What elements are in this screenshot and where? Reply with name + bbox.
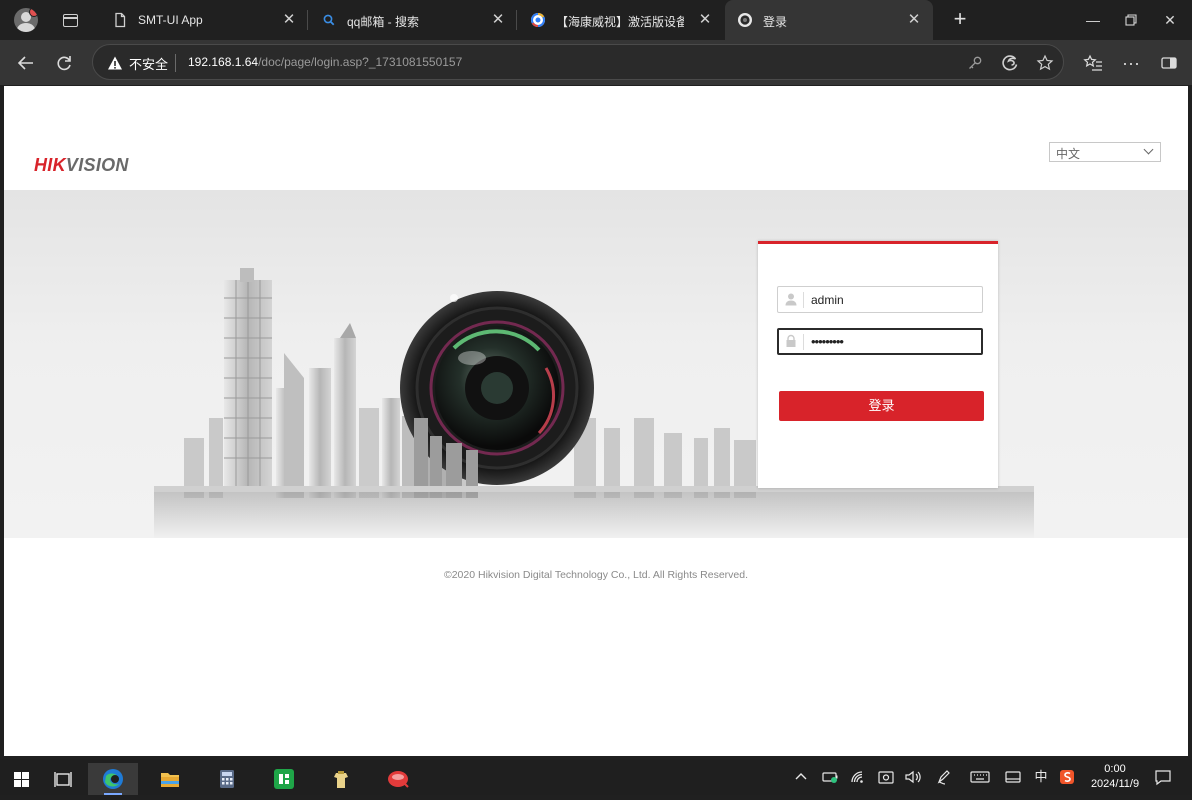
restore-icon[interactable] [1121,10,1141,30]
browser-tab-strip: SMT-UI App ✕ qq邮箱 - 搜索 ✕ 【海康威视】激活版设备密 ✕ … [0,0,1192,40]
browser-toolbar: 不安全 192.168.1.64/doc/page/login.asp?_173… [0,40,1192,85]
login-form: admin ••••••••• 登录 [758,241,998,488]
tab-actions-menu-button[interactable] [58,8,82,32]
password-value: ••••••••• [811,334,844,349]
pen-input-icon[interactable] [934,767,954,787]
wifi-icon[interactable] [848,767,868,787]
profile-avatar[interactable] [14,8,38,32]
refresh-icon[interactable] [53,52,75,74]
search-icon [323,14,335,26]
tab-login-active[interactable]: 登录 ✕ [725,0,933,40]
task-view-icon[interactable] [38,763,88,795]
warning-icon[interactable] [107,55,123,71]
tab-separator [516,10,517,30]
favorites-list-icon[interactable] [1082,52,1104,74]
chevron-down-icon [1143,144,1154,155]
file-explorer-icon[interactable] [145,763,195,795]
notification-dot [29,8,38,17]
touch-keyboard-icon[interactable] [969,767,991,787]
battery-charging-icon[interactable] [820,767,840,787]
favorite-star-icon[interactable] [1036,54,1054,72]
lock-icon [786,334,796,347]
windows-taskbar: 中 0:00 2024/11/9 [0,759,1192,795]
login-button[interactable]: 登录 [779,391,984,421]
address-bar[interactable]: 不安全 192.168.1.64/doc/page/login.asp?_173… [92,44,1064,80]
close-tab-icon[interactable]: ✕ [696,11,714,29]
username-value: admin [811,293,844,307]
pinned-app-icon[interactable] [316,763,366,795]
sogou-ime-icon[interactable] [1057,767,1077,787]
tab-title: qq邮箱 - 搜索 [347,15,420,29]
username-field[interactable]: admin [777,286,983,313]
clock-time: 0:00 [1104,763,1126,775]
camera-icon [738,13,752,27]
hikvision-logo: HIKVISION [34,155,129,176]
clock-date: 2024/11/9 [1090,778,1140,790]
tab-separator [307,10,308,30]
tablet-mode-icon[interactable] [1003,767,1023,787]
url-path: /doc/page/login.asp?_1731081550157 [258,55,463,69]
pinned-red-app-icon[interactable] [373,763,423,795]
password-key-icon[interactable] [966,54,984,72]
baidu-icon [531,12,545,28]
notifications-icon[interactable] [1153,767,1173,787]
calculator-icon[interactable] [202,763,252,795]
input-method-indicator[interactable]: 中 [1031,767,1051,787]
new-tab-button[interactable]: + [949,8,971,31]
logo-vision: VISION [65,155,129,175]
more-options-icon[interactable]: ··· [1120,52,1142,74]
minimize-icon[interactable]: — [1083,10,1103,30]
edge-browser-icon[interactable] [1001,54,1019,72]
system-clock[interactable]: 0:00 2024/11/9 [1080,762,1150,792]
edge-taskbar-icon[interactable] [88,763,138,795]
tab-qq-mail-search[interactable]: qq邮箱 - 搜索 ✕ [309,0,517,40]
tab-hikvision-activation[interactable]: 【海康威视】激活版设备密 ✕ [518,0,724,40]
url-host: 192.168.1.64 [188,55,259,69]
copyright-text: ©2020 Hikvision Digital Technology Co., … [443,569,749,581]
web-page: HIKVISION 中文 admin ••••••••• 登录 ©2020 Hi… [4,86,1188,756]
show-hidden-icons-chevron-icon[interactable] [791,767,811,787]
spreadsheet-app-icon[interactable] [259,763,309,795]
close-tab-icon[interactable]: ✕ [489,11,507,29]
hero-banner: admin ••••••••• 登录 [4,190,1188,538]
url-text[interactable]: 192.168.1.64/doc/page/login.asp?_1731081… [188,55,462,69]
tab-title: 【海康威视】激活版设备密 [556,15,684,29]
url-separator [175,54,176,72]
close-tab-icon[interactable]: ✕ [280,11,298,29]
tab-smt-ui-app[interactable]: SMT-UI App ✕ [100,0,308,40]
logo-hik: HIK [34,155,66,175]
tab-actions-icon [63,14,78,27]
tab-title: 登录 [763,15,788,29]
close-window-icon[interactable]: ✕ [1160,10,1180,30]
close-tab-icon[interactable]: ✕ [905,11,923,29]
language-select[interactable]: 中文 [1049,142,1161,162]
password-field[interactable]: ••••••••• [777,328,983,355]
field-divider [803,292,804,308]
field-divider [803,334,804,350]
sidebar-toggle-icon[interactable] [1158,52,1180,74]
tab-title: SMT-UI App [138,13,203,27]
back-arrow-icon[interactable] [15,52,37,74]
language-selected-value: 中文 [1056,147,1081,161]
network-settings-icon[interactable] [876,767,896,787]
volume-icon[interactable] [903,767,923,787]
not-secure-label[interactable]: 不安全 [129,54,168,73]
user-icon [785,293,797,306]
document-icon [115,12,126,28]
